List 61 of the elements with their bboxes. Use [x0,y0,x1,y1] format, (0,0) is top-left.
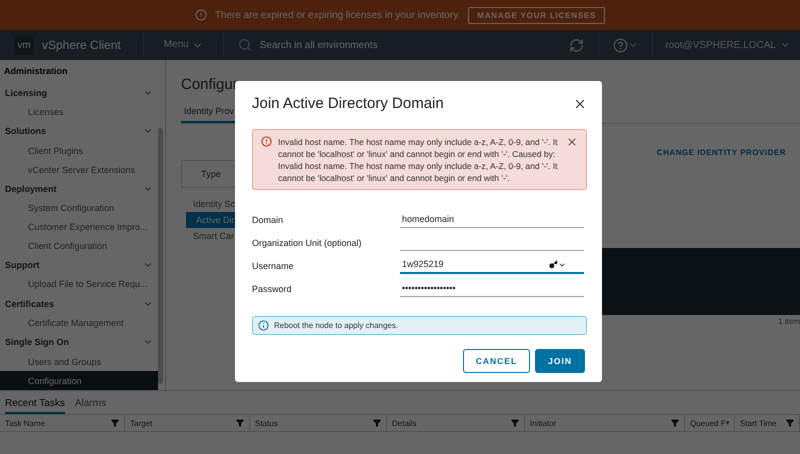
item-count: 1 item [778,317,800,326]
column-label: Status [255,418,278,428]
column-label: Task Name [5,418,46,428]
input-field[interactable]: ••••••••••••••••• [400,279,584,297]
user-menu[interactable]: root@VSPHERE.LOCAL [653,40,800,50]
filter-icon[interactable] [671,419,679,427]
filter-icon[interactable] [511,419,519,427]
search-icon [238,38,252,52]
input-field[interactable]: homedomain [400,210,584,228]
dialog-title: Join Active Directory Domain [252,95,444,112]
cancel-button[interactable]: CANCEL [462,349,530,373]
refresh-icon[interactable] [569,38,584,52]
sidebar-section[interactable]: Licensing [0,82,158,103]
search-field[interactable]: Search in all environments [258,38,508,52]
input-field[interactable]: 1w925219 [400,256,584,274]
filter-icon[interactable] [726,419,729,427]
warning-icon [194,9,207,21]
banner-message: There are expired or expiring licenses in your inventory. [214,10,460,20]
sidebar-item[interactable]: Customer Experience Impro... [0,218,158,236]
sidebar-section[interactable]: Single Sign On [0,332,158,352]
column-label: Target [130,418,152,428]
field-label: Organization Unit (optional) [252,238,363,250]
error-icon [261,136,272,147]
sidebar-item[interactable]: Client Plugins [0,141,158,160]
close-icon[interactable] [566,136,578,148]
sidebar-item[interactable]: Client Configuration [0,236,158,256]
sidebar-item[interactable]: Upload File to Service Requ... [0,275,158,294]
manage-licenses-button[interactable]: MANAGE YOUR LICENSES [468,6,606,24]
info-icon [258,320,269,331]
column-label: Start Time [740,418,776,428]
sidebar-item[interactable]: System Configuration [0,198,158,218]
sidebar-section[interactable]: Support [0,255,158,276]
product-name: vSphere Client [42,33,144,57]
key-icon[interactable] [549,260,566,269]
column-label: Queued F [690,418,726,428]
join-button[interactable]: JOIN [535,349,585,373]
menu-button[interactable]: Menu [144,33,224,57]
sidebar-section[interactable]: Solutions [0,121,158,142]
column-label: Initiator [530,418,556,428]
filter-icon[interactable] [373,419,381,427]
tab[interactable]: Recent Tasks [5,394,65,414]
help-icon[interactable] [613,38,628,52]
sidebar-section[interactable]: Deployment [0,178,158,199]
filter-icon[interactable] [236,419,244,427]
field-label: Password [252,284,293,296]
logo: vm [14,35,34,55]
tab[interactable]: Alarms [74,394,106,414]
change-provider-link[interactable]: CHANGE IDENTITY PROVIDER [656,148,800,157]
info-message: Reboot the node to apply changes. [274,321,398,330]
sidebar-item[interactable]: Configuration [0,371,158,390]
field-label: Username [252,261,295,273]
sidebar-section[interactable]: Certificates [0,294,158,314]
filter-icon[interactable] [786,419,794,427]
column-label: Details [392,418,416,428]
sidebar-item[interactable]: Certificate Management [0,314,158,333]
source-item[interactable]: Identity Sc [181,196,261,212]
sidebar-item[interactable]: Licenses [0,102,158,122]
sidebar-item[interactable]: vCenter Server Extensions [0,160,158,179]
sidebar-title: Administration [3,66,69,78]
error-message: Invalid host name. The host name may only include a-z, A-Z, 0-9, and '-'. It cannot be 'localhost' or 'linux' and cannot begin or end with '-'. Caused by: Invalid host name. The host name may only include a-z, A-Z, 0-9, and '-'. It cannot be 'localhost' or 'linux' and cannot begin or end with '-'. [278,136,558,184]
filter-icon[interactable] [111,419,119,427]
